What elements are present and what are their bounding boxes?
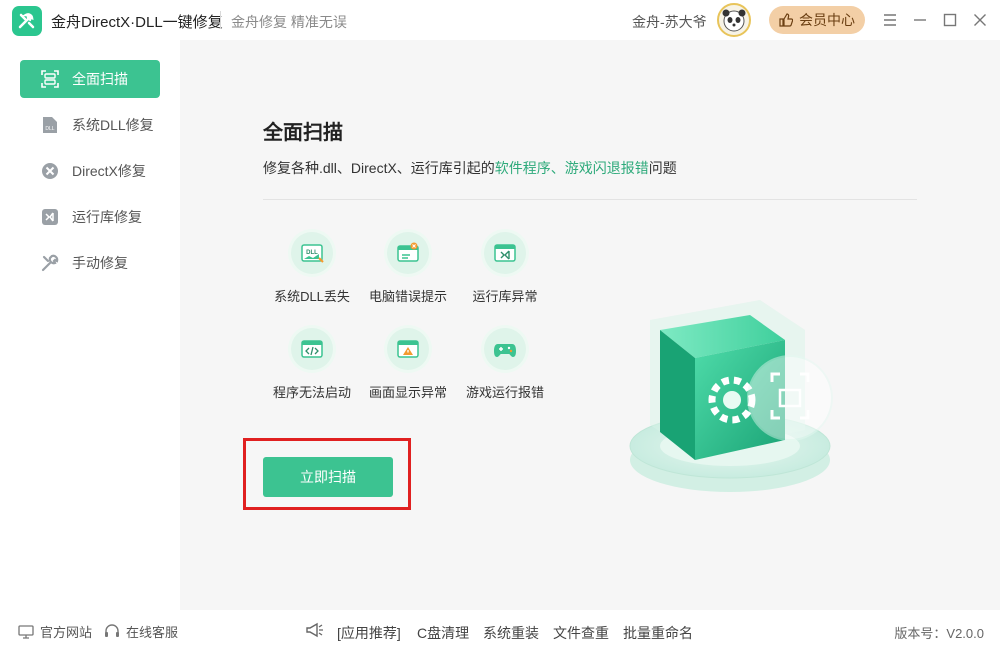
svg-text:DLL: DLL	[45, 126, 54, 132]
desc-suffix: 问题	[648, 160, 677, 176]
sidebar-item-label: 手动修复	[72, 255, 128, 271]
sidebar-item-manual-repair[interactable]: 手动修复	[20, 244, 160, 282]
vip-label: 会员中心	[799, 12, 855, 28]
feature-label: 系统DLL丢失	[274, 289, 350, 304]
sidebar-item-runtime-repair[interactable]: 运行库修复	[20, 198, 160, 236]
wrench-icon	[40, 253, 60, 273]
monitor-icon	[18, 624, 34, 639]
feature-game-error: 游戏运行报错	[457, 328, 553, 401]
app-recommend-label: [应用推荐]	[337, 625, 401, 641]
sidebar-item-dll-repair[interactable]: DLL 系统DLL修复	[20, 106, 160, 144]
official-site-link[interactable]: 官方网站	[18, 622, 92, 641]
sidebar-item-directx-repair[interactable]: DirectX修复	[20, 152, 160, 190]
app-title: 金舟DirectX·DLL一键修复	[51, 14, 223, 31]
megaphone-icon	[305, 622, 325, 641]
maximize-icon[interactable]	[939, 9, 961, 31]
feature-label: 电脑错误提示	[368, 289, 447, 304]
official-site-label: 官方网站	[40, 625, 93, 640]
footer-link-system-reinstall[interactable]: 系统重装	[483, 623, 539, 643]
runtime-icon	[40, 207, 60, 227]
footer-link-c-drive-clean[interactable]: C盘清理	[417, 623, 469, 643]
warning-window-icon	[387, 328, 429, 370]
feature-label: 运行库异常	[472, 289, 538, 304]
app-slogan: 金舟修复 精准无误	[231, 14, 347, 30]
online-service-label: 在线客服	[126, 625, 179, 640]
feature-display-abnormal: 画面显示异常	[360, 328, 456, 401]
thumbs-up-icon	[779, 13, 793, 27]
app-logo	[12, 6, 42, 36]
footer: 官方网站 在线客服 [应用推荐] C盘清理 系统重装 文件查重 批量重命名 版本…	[0, 610, 1000, 650]
sidebar-item-label: 运行库修复	[72, 209, 142, 225]
directx-icon	[40, 161, 60, 181]
title-bar: 金舟DirectX·DLL一键修复 金舟修复 精准无误 金舟-苏大爷 会员中心	[0, 0, 1000, 40]
sidebar-item-label: DirectX修复	[72, 163, 146, 179]
feature-pc-error: 电脑错误提示	[360, 232, 456, 305]
minimize-icon[interactable]	[909, 9, 931, 31]
feature-runtime-abnormal: 运行库异常	[457, 232, 553, 305]
feature-label: 画面显示异常	[368, 385, 447, 400]
svg-text:DLL: DLL	[306, 250, 318, 256]
scan-illustration	[620, 260, 850, 500]
desc-highlight: 软件程序、游戏闪退报错	[494, 160, 649, 176]
feature-program-cannot-start: 程序无法启动	[264, 328, 360, 401]
divider	[263, 199, 917, 200]
avatar[interactable]	[717, 3, 751, 37]
menu-icon[interactable]	[879, 9, 901, 31]
scan-now-button[interactable]: 立即扫描	[263, 457, 393, 497]
user-name[interactable]: 金舟-苏大爷	[632, 12, 707, 32]
page-title: 全面扫描	[263, 122, 343, 144]
feature-label: 程序无法启动	[272, 385, 351, 400]
gamepad-icon	[484, 328, 526, 370]
feature-label: 游戏运行报错	[465, 385, 544, 400]
sidebar-item-label: 系统DLL修复	[72, 117, 154, 133]
close-icon[interactable]	[969, 9, 991, 31]
code-window-icon	[291, 328, 333, 370]
online-service-link[interactable]: 在线客服	[104, 622, 178, 641]
sidebar-item-full-scan[interactable]: 全面扫描	[20, 60, 160, 98]
desc-prefix: 修复各种.dll、DirectX、运行库引起的	[263, 160, 495, 176]
error-window-icon	[387, 232, 429, 274]
panda-avatar-icon	[722, 9, 746, 32]
dll-file-icon: DLL	[291, 232, 333, 274]
version-label: 版本号：V2.0.0	[894, 626, 984, 641]
feature-dll-missing: DLL 系统DLL丢失	[264, 232, 360, 305]
sidebar: 全面扫描 DLL 系统DLL修复 DirectX修复 运行库修复 手动修复	[0, 40, 180, 610]
runtime-window-icon	[484, 232, 526, 274]
dll-icon: DLL	[40, 115, 60, 135]
footer-link-batch-rename[interactable]: 批量重命名	[623, 623, 693, 643]
headset-icon	[105, 624, 119, 637]
footer-link-file-dedup[interactable]: 文件查重	[553, 623, 609, 643]
sidebar-item-label: 全面扫描	[72, 71, 128, 87]
title-divider	[220, 11, 221, 29]
page-description: 修复各种.dll、DirectX、运行库引起的软件程序、游戏闪退报错问题	[263, 158, 677, 178]
main-panel: 全面扫描 修复各种.dll、DirectX、运行库引起的软件程序、游戏闪退报错问…	[180, 40, 1000, 610]
vip-center-button[interactable]: 会员中心	[769, 6, 865, 34]
scan-icon	[40, 69, 60, 89]
